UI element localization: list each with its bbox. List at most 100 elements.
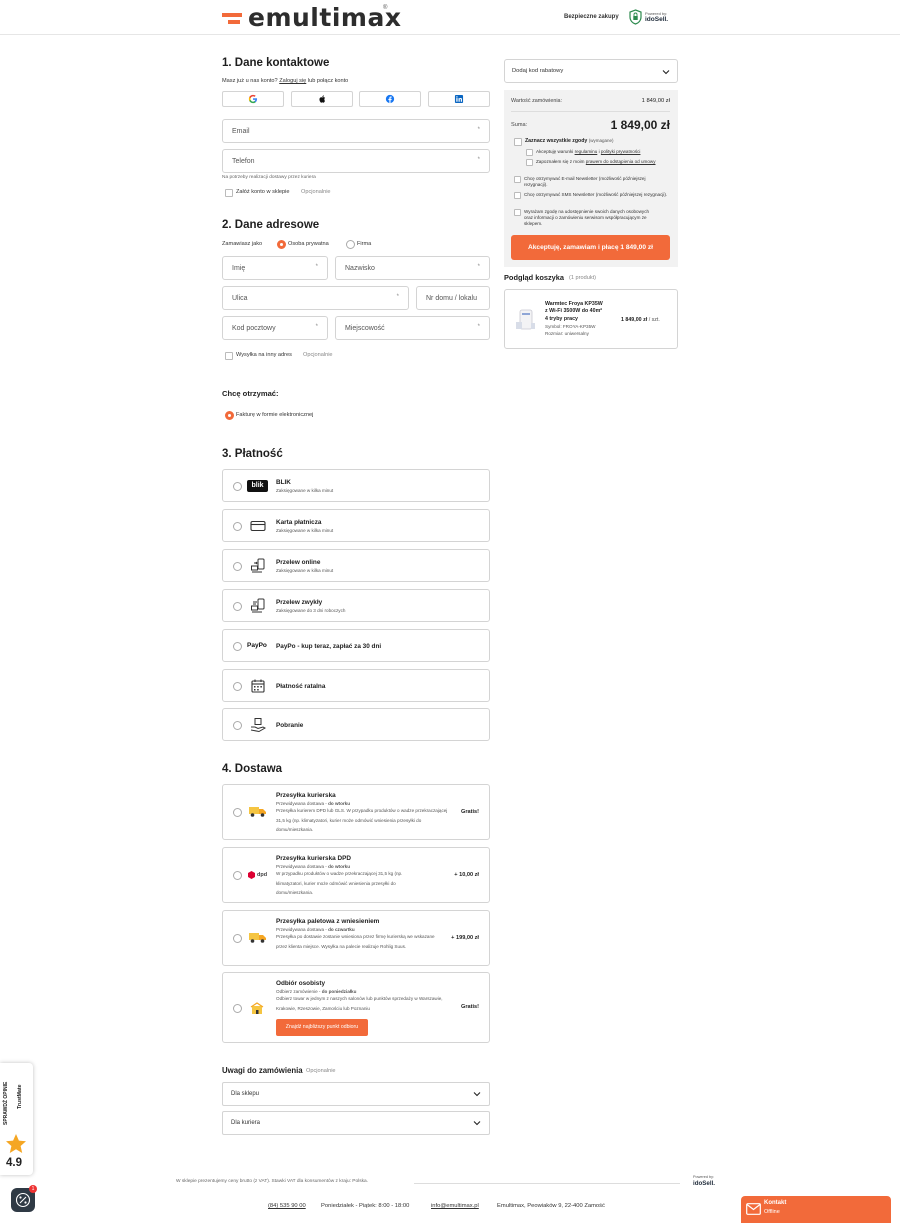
trustmate-widget[interactable]: SPRAWDŹ OPINIE TrustMate 4.9 <box>0 1063 33 1175</box>
product-thumbnail[interactable] <box>515 308 537 332</box>
payment-option-card[interactable]: Karta płatnicza Zaksięgowane w kilka min… <box>222 509 490 542</box>
company-radio[interactable] <box>346 240 355 249</box>
notes-courier-dropdown[interactable]: Dla kuriera <box>222 1111 490 1135</box>
vat-note: W sklepie prezentujemy ceny brutto (z VA… <box>176 1179 369 1184</box>
delivery-option-dpd[interactable]: dpd Przesyłka kurierska DPD Przewidywana… <box>222 847 490 903</box>
contact-widget[interactable]: Kontakt Offline <box>741 1196 891 1223</box>
delivery-option-pallet[interactable]: Przesyłka paletowa z wniesieniem Przewid… <box>222 910 490 966</box>
google-login-button[interactable] <box>222 91 284 107</box>
linkedin-login-button[interactable] <box>428 91 490 107</box>
find-pickup-point-button[interactable]: Znajdź najbliższy punkt odbioru <box>276 1019 368 1036</box>
logo-mark-icon[interactable] <box>222 12 244 26</box>
email-field[interactable]: Email * <box>222 119 490 143</box>
delivery-name: Przesyłka kurierska DPD <box>276 855 351 862</box>
company-label[interactable]: Firma <box>357 241 371 247</box>
required-mark: * <box>477 264 480 270</box>
payment-option-paypo[interactable]: PayPo PayPo - kup teraz, zapłać za 30 dn… <box>222 629 490 662</box>
payment-option-installments[interactable]: Płatność ratalna <box>222 669 490 702</box>
discount-code-dropdown[interactable]: Dodaj kod rabatowy <box>504 59 678 83</box>
payment-radio[interactable] <box>233 562 242 571</box>
consent-email-checkbox[interactable] <box>514 176 521 183</box>
payment-sub: Zaksięgowane w kilka minut <box>276 488 334 493</box>
delivery-price: Gratis! <box>460 809 479 815</box>
delivery-radio[interactable] <box>233 808 242 817</box>
house-number-field[interactable]: Nr domu / lokalu <box>416 286 490 310</box>
login-link[interactable]: Zaloguj się <box>279 78 306 84</box>
footer-email-link[interactable]: info@emultimax.pl <box>431 1203 479 1209</box>
privacy-policy-link[interactable]: polityki prywatności <box>601 149 641 154</box>
payment-name: Przelew zwykły <box>276 599 323 606</box>
payment-radio[interactable] <box>233 682 242 691</box>
rating-value: 4.9 <box>6 1157 22 1169</box>
e-invoice-radio[interactable] <box>225 411 234 420</box>
discount-code-label: Dodaj kod rabatowy <box>512 68 564 74</box>
payment-option-bank-transfer[interactable]: Przelew zwykły Zaksięgowane do 3 dni rob… <box>222 589 490 622</box>
payment-radio[interactable] <box>233 602 242 611</box>
terms-link[interactable]: regulaminu <box>575 149 598 154</box>
payment-radio[interactable] <box>233 721 242 730</box>
transfer-icon <box>251 558 265 573</box>
delivery-radio[interactable] <box>233 934 242 943</box>
logo[interactable]: emultimax <box>248 3 401 32</box>
delivery-option-courier[interactable]: Przesyłka kurierska Przewidywana dostawa… <box>222 784 490 840</box>
consent-all-checkbox[interactable] <box>514 138 522 146</box>
payment-radio[interactable] <box>233 642 242 651</box>
ship-other-address-label[interactable]: Wysyłka na inny adres <box>236 352 292 358</box>
consent-data-checkbox[interactable] <box>514 209 521 216</box>
sum-value: 1 849,00 zł <box>610 118 670 132</box>
required-mark: * <box>396 294 399 300</box>
courier-truck-icon <box>249 807 266 817</box>
chat-widget-button[interactable]: 1 <box>11 1185 37 1212</box>
footer-phone-link[interactable]: (84) 535 90 00 <box>268 1203 306 1209</box>
private-person-label[interactable]: Osoba prywatna <box>288 241 329 247</box>
payment-option-blik[interactable]: blik BLIK Zaksięgowane w kilka minut <box>222 469 490 502</box>
consent-all-label[interactable]: Zaznacz wszystkie zgody (wymagane) <box>525 138 614 144</box>
delivery-radio[interactable] <box>233 871 242 880</box>
consent-withdrawal-checkbox[interactable] <box>526 159 533 166</box>
phone-field[interactable]: Telefon * <box>222 149 490 173</box>
withdrawal-right-link[interactable]: prawem do odstąpienia od umowy <box>586 159 656 164</box>
apple-login-button[interactable] <box>291 91 353 107</box>
contact-title: Kontakt <box>764 1200 787 1206</box>
create-account-checkbox[interactable] <box>225 189 233 197</box>
notes-shop-dropdown[interactable]: Dla sklepu <box>222 1082 490 1106</box>
first-name-field[interactable]: Imię * <box>222 256 328 280</box>
required-mark: * <box>315 324 318 330</box>
house-number-label: Nr domu / lokalu <box>426 295 477 302</box>
phone-label: Telefon <box>232 158 255 165</box>
city-field[interactable]: Miejscowość * <box>335 316 490 340</box>
idosell-badge: Powered by: idoSell. <box>629 9 671 26</box>
payment-radio[interactable] <box>233 482 242 491</box>
place-order-button[interactable]: Akceptuję, zamawiam i płacę 1 849,00 zł <box>511 235 670 260</box>
postal-code-label: Kod pocztowy <box>232 325 276 332</box>
product-symbol: Symbol: FROYA-KP35W <box>545 324 596 329</box>
consent-terms-checkbox[interactable] <box>526 149 533 156</box>
star-icon <box>6 1134 26 1153</box>
street-label: Ulica <box>232 295 248 302</box>
e-invoice-label[interactable]: Fakturę w formie elektronicznej <box>236 412 313 418</box>
delivery-option-pickup[interactable]: Odbiór osobisty Odbierz zamówienie - do … <box>222 972 490 1043</box>
payment-option-online-transfer[interactable]: Przelew online Zaksięgowane w kilka minu… <box>222 549 490 582</box>
delivery-price: + 10,00 zł <box>454 872 479 878</box>
delivery-radio[interactable] <box>233 1004 242 1013</box>
chevron-down-icon <box>473 1092 481 1097</box>
last-name-field[interactable]: Nazwisko * <box>335 256 490 280</box>
ship-other-address-checkbox[interactable] <box>225 352 233 360</box>
consent-sms-checkbox[interactable] <box>514 192 521 199</box>
product-name-line-3[interactable]: 4 tryby pracy <box>545 316 578 322</box>
facebook-login-button[interactable] <box>359 91 421 107</box>
street-field[interactable]: Ulica * <box>222 286 409 310</box>
create-account-label[interactable]: Załóż konto w sklepie <box>236 189 289 195</box>
postal-code-field[interactable]: Kod pocztowy * <box>222 316 328 340</box>
product-name-line-2[interactable]: z Wi-Fi 3500W do 40m² <box>545 308 602 314</box>
facebook-icon <box>385 94 395 104</box>
payment-radio[interactable] <box>233 522 242 531</box>
sum-label: Suma: <box>511 122 528 128</box>
private-person-radio[interactable] <box>277 240 286 249</box>
product-name-line-1[interactable]: Warmtec Froya KP35W <box>545 301 603 307</box>
have-account-text: Masz już u nas konto? <box>222 78 278 84</box>
contact-status: Offline <box>764 1209 780 1215</box>
or-connect-text: lub połącz konto <box>307 78 349 84</box>
payment-option-cash-on-delivery[interactable]: Pobranie <box>222 708 490 741</box>
optional-tag: Opcjonalnie <box>306 1068 336 1074</box>
